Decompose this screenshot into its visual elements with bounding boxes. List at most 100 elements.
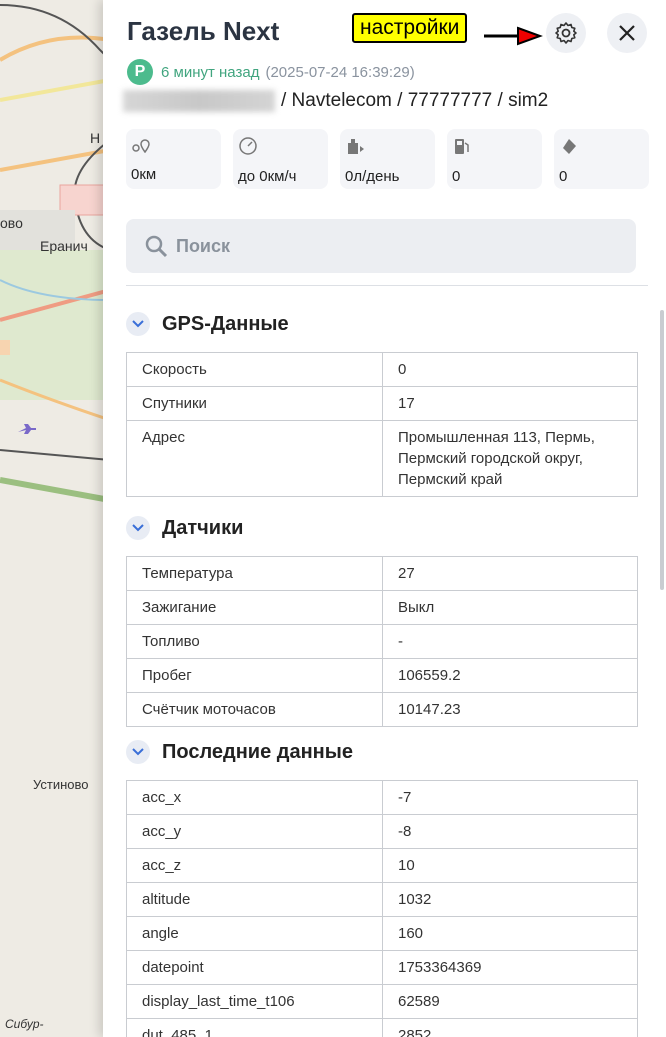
row-label: Скорость	[126, 352, 383, 387]
row-label: acc_y	[126, 814, 383, 849]
section-title: Датчики	[162, 516, 244, 539]
status-line: P 6 минут назад (2025-07-24 16:39:29)	[127, 59, 415, 85]
section-header[interactable]: GPS-Данные	[126, 309, 638, 339]
map-label: Н	[90, 130, 101, 146]
table-row: angle 160	[126, 916, 638, 951]
stat-fuel-drain: 0	[554, 129, 649, 189]
map-label: Сибур-	[5, 1017, 44, 1031]
search-input[interactable]: Поиск	[126, 219, 636, 273]
vehicle-panel: Газель Next настройки P 6 минут назад (2…	[103, 0, 666, 1037]
map-label: ово	[0, 215, 23, 231]
chevron-down-icon	[126, 516, 150, 540]
fuel-pump-icon	[455, 139, 469, 154]
status-badge: P	[127, 59, 153, 85]
section-header[interactable]: Датчики	[126, 513, 638, 543]
chevron-down-icon	[126, 740, 150, 764]
row-label: acc_x	[126, 780, 383, 815]
search-placeholder: Поиск	[176, 235, 231, 256]
row-value: 10147.23	[382, 692, 638, 727]
table-row: acc_x -7	[126, 780, 638, 815]
map-label: Устиново	[33, 777, 89, 792]
row-value: 10	[382, 848, 638, 883]
row-value: 106559.2	[382, 658, 638, 693]
row-label: angle	[126, 916, 383, 951]
table-row: acc_y -8	[126, 814, 638, 849]
stat-value: до 0км/ч	[238, 168, 297, 185]
row-label: altitude	[126, 882, 383, 917]
row-label: Счётчик моточасов	[126, 692, 383, 727]
table-row: dut_485_1 2852	[126, 1018, 638, 1037]
map-roads	[0, 4, 110, 503]
vehicle-title: Газель Next	[127, 16, 280, 46]
row-label: Температура	[126, 556, 383, 591]
row-label: Пробег	[126, 658, 383, 693]
fuel-drop-icon	[563, 139, 576, 154]
table-row: display_last_time_t106 62589	[126, 984, 638, 1019]
table-row: altitude 1032	[126, 882, 638, 917]
arrow-icon	[484, 26, 543, 46]
device-path-text: / Navtelecom / 77777777 / sim2	[281, 90, 549, 111]
data-table: acc_x -7 acc_y -8 acc_z 10 altitude 1032 angle 16…	[126, 780, 638, 1037]
row-value: Выкл	[382, 590, 638, 625]
row-label: acc_z	[126, 848, 383, 883]
stat-value: 0км	[131, 166, 157, 183]
row-value: 62589	[382, 984, 638, 1019]
time-ago: 6 минут назад	[161, 63, 260, 81]
map-label: Еранич	[40, 238, 88, 254]
stat-value: 0л/день	[345, 168, 400, 185]
row-label: Топливо	[126, 624, 383, 659]
section-gps: GPS-Данные Скорость 0 Спутники 17 Адрес Промыш…	[126, 309, 638, 497]
section-header[interactable]: Последние данные	[126, 737, 638, 767]
table-row: Скорость 0	[126, 352, 638, 387]
stats-row: 0км до 0км/ч 0л/день 0 0	[126, 129, 649, 189]
map-background[interactable]: Н ово Еранич Устиново Сибур-	[0, 0, 110, 1037]
row-value: 2852	[382, 1018, 638, 1037]
fuel-can-icon	[348, 139, 364, 154]
gear-icon	[555, 22, 577, 44]
section-sensors: Датчики Температура 27 Зажигание Выкл Топливо…	[126, 513, 638, 727]
table-row: datepoint 1753364369	[126, 950, 638, 985]
section-title: GPS-Данные	[162, 312, 289, 335]
section-last-data: Последние данные acc_x -7 acc_y -8 acc_z 10 alt…	[126, 737, 638, 1037]
close-icon	[619, 25, 635, 41]
timestamp: (2025-07-24 16:39:29)	[265, 63, 415, 81]
settings-callout: настройки	[352, 13, 468, 43]
row-value: 17	[382, 386, 638, 421]
settings-button[interactable]	[546, 13, 586, 53]
stat-value: 0	[559, 168, 568, 185]
row-value: 1032	[382, 882, 638, 917]
data-table: Температура 27 Зажигание Выкл Топливо - Пробег…	[126, 556, 638, 727]
table-row: Зажигание Выкл	[126, 590, 638, 625]
table-row: Топливо -	[126, 624, 638, 659]
row-label: Спутники	[126, 386, 383, 421]
row-value: 0	[382, 352, 638, 387]
row-label: dut_485_1	[126, 1018, 383, 1037]
row-value: 160	[382, 916, 638, 951]
close-button[interactable]	[607, 13, 647, 53]
stat-value: 0	[452, 168, 461, 185]
row-value: Промышленная 113, Пермь, Пермский городс…	[382, 420, 638, 497]
row-value: -7	[382, 780, 638, 815]
data-table: Скорость 0 Спутники 17 Адрес Промышленная 113…	[126, 352, 638, 497]
stat-fuel-rate: 0л/день	[340, 129, 435, 189]
stat-speed: до 0км/ч	[233, 129, 328, 189]
speedometer-icon	[239, 137, 257, 155]
table-row: Пробег 106559.2	[126, 658, 638, 693]
row-value: -8	[382, 814, 638, 849]
table-row: Счётчик моточасов 10147.23	[126, 692, 638, 727]
redacted-id	[123, 90, 275, 112]
table-row: Спутники 17	[126, 386, 638, 421]
route-icon	[132, 139, 150, 154]
table-row: Температура 27	[126, 556, 638, 591]
section-title: Последние данные	[162, 740, 353, 763]
row-value: 1753364369	[382, 950, 638, 985]
row-value: 27	[382, 556, 638, 591]
row-label: Зажигание	[126, 590, 383, 625]
row-label: datepoint	[126, 950, 383, 985]
row-label: Адрес	[126, 420, 383, 497]
scrollbar[interactable]	[660, 310, 664, 590]
row-value: -	[382, 624, 638, 659]
chevron-down-icon	[126, 312, 150, 336]
search-icon	[145, 235, 168, 258]
row-label: display_last_time_t106	[126, 984, 383, 1019]
